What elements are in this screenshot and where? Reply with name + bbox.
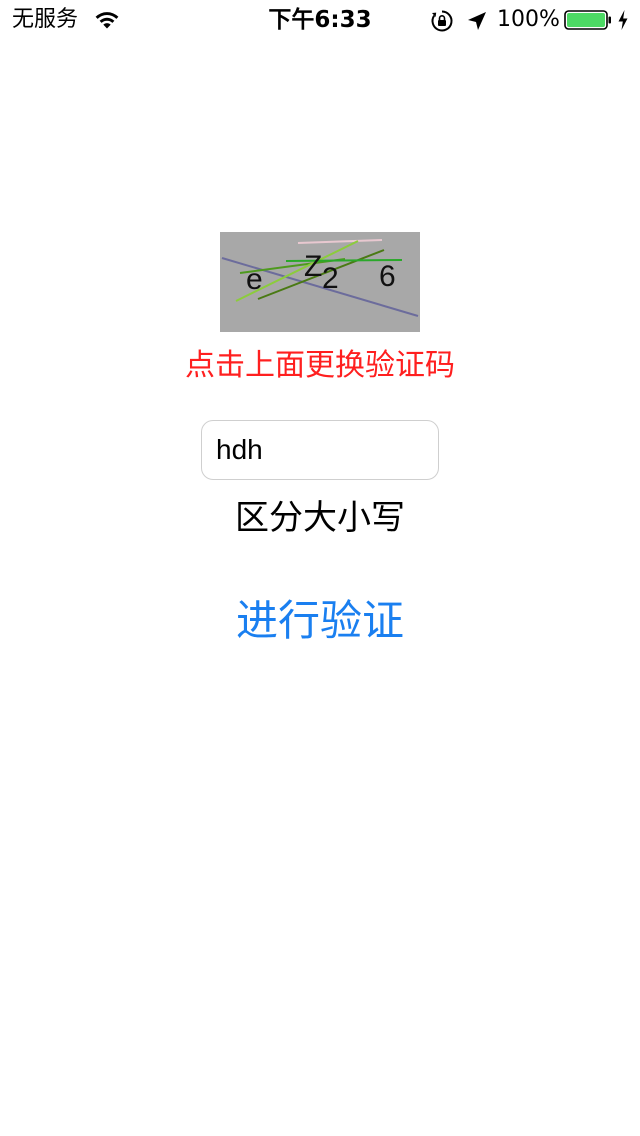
- captcha-char: 6: [379, 260, 396, 293]
- captcha-char: e: [246, 263, 263, 296]
- captcha-graphic: e Z 2 6: [221, 239, 419, 317]
- battery-icon: [564, 10, 611, 30]
- captcha-refresh-hint: 点击上面更换验证码: [185, 348, 455, 383]
- charging-bolt-icon: [618, 10, 628, 30]
- captcha-image[interactable]: e Z 2 6: [220, 232, 420, 332]
- captcha-char: Z: [304, 250, 322, 283]
- captcha-char: 2: [322, 262, 339, 295]
- case-sensitive-note: 区分大小写: [235, 498, 405, 538]
- captcha-code-input[interactable]: [201, 420, 439, 480]
- battery-percentage: 100%: [497, 7, 560, 32]
- location-arrow-icon: [468, 12, 486, 30]
- verify-button[interactable]: 进行验证: [200, 590, 440, 652]
- status-bar: 无服务 下午6:33 100%: [0, 0, 640, 40]
- captcha-noise-line: [297, 239, 383, 244]
- rotation-lock-icon: [431, 10, 453, 32]
